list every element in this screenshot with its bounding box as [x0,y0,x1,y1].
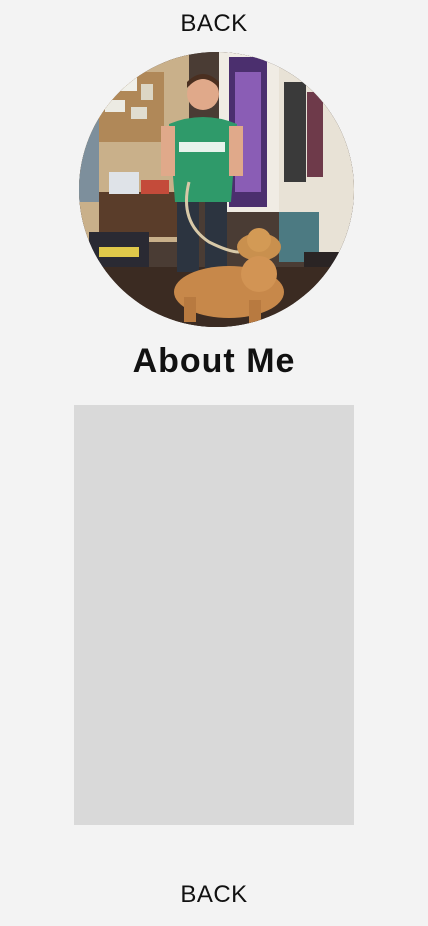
profile-photo [79,52,354,327]
page-title: About Me [132,342,296,380]
profile-photo-illustration [79,52,354,327]
back-link-bottom[interactable]: BACK [0,881,428,909]
about-content-placeholder [74,405,354,825]
about-page: BACK About Me BACK [0,0,428,926]
back-link-top[interactable]: BACK [0,10,428,38]
